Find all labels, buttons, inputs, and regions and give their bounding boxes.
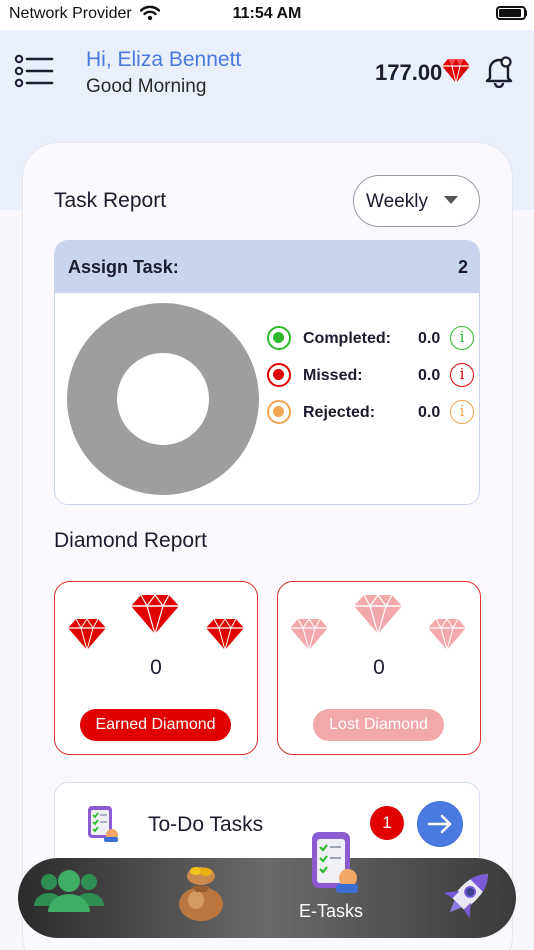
- clipboard-icon: [88, 806, 118, 842]
- period-value: Weekly: [366, 191, 428, 212]
- completed-dot-icon: [267, 326, 291, 350]
- info-icon[interactable]: i: [450, 363, 474, 387]
- diamond-report-title: Diamond Report: [54, 529, 207, 552]
- legend-completed: Completed: 0.0 i: [267, 325, 477, 351]
- bell-icon[interactable]: [482, 54, 516, 88]
- diamond-icon: [442, 59, 470, 84]
- e-tasks-icon[interactable]: [308, 828, 360, 896]
- diamond-balance: 177.00: [375, 60, 443, 85]
- info-icon[interactable]: i: [450, 400, 474, 424]
- earned-diamonds-icon: [68, 594, 244, 652]
- task-donut-chart: [67, 303, 259, 495]
- legend-value: 0.0: [418, 330, 441, 347]
- missed-dot-icon: [267, 363, 291, 387]
- legend-label: Missed:: [303, 367, 363, 384]
- assign-task-count: 2: [457, 257, 468, 277]
- legend-missed: Missed: 0.0 i: [267, 362, 477, 388]
- chevron-down-icon: [444, 196, 458, 204]
- e-tasks-label: E-Tasks: [299, 901, 364, 921]
- status-bar: Network Provider 11:54 AM: [0, 0, 534, 30]
- period-select[interactable]: Weekly: [353, 175, 480, 227]
- greeting-subtitle: Good Morning: [86, 76, 207, 97]
- greeting-name: Hi, Eliza Bennett: [86, 48, 242, 71]
- money-bag-icon[interactable]: [176, 864, 226, 922]
- lost-diamond-label: Lost Diamond: [313, 709, 444, 741]
- info-icon[interactable]: i: [450, 326, 474, 350]
- task-report-title: Task Report: [54, 189, 167, 212]
- battery-icon: [496, 6, 527, 20]
- rocket-icon[interactable]: [438, 864, 498, 924]
- lost-diamond-value: 0: [373, 656, 385, 679]
- arrow-right-icon[interactable]: [417, 801, 463, 847]
- earned-diamond-value: 0: [150, 656, 162, 679]
- rejected-dot-icon: [267, 400, 291, 424]
- todo-count-badge: 1: [370, 806, 404, 840]
- users-icon[interactable]: [34, 866, 104, 916]
- menu-icon[interactable]: [14, 54, 54, 88]
- legend-label: Completed:: [303, 330, 391, 347]
- legend-value: 0.0: [418, 404, 441, 421]
- legend-value: 0.0: [418, 367, 441, 384]
- assign-task-label: Assign Task:: [68, 257, 179, 277]
- todo-tasks-label: To-Do Tasks: [148, 813, 264, 836]
- lost-diamonds-icon: [290, 594, 466, 652]
- assign-task-card: Assign Task: 2 Completed: 0.0 i Missed: …: [54, 240, 480, 505]
- assign-task-header: Assign Task: 2: [55, 241, 479, 293]
- earned-diamond-label: Earned Diamond: [80, 709, 231, 741]
- status-time: 11:54 AM: [232, 5, 302, 22]
- legend-label: Rejected:: [303, 404, 376, 421]
- legend-rejected: Rejected: 0.0 i: [267, 399, 477, 425]
